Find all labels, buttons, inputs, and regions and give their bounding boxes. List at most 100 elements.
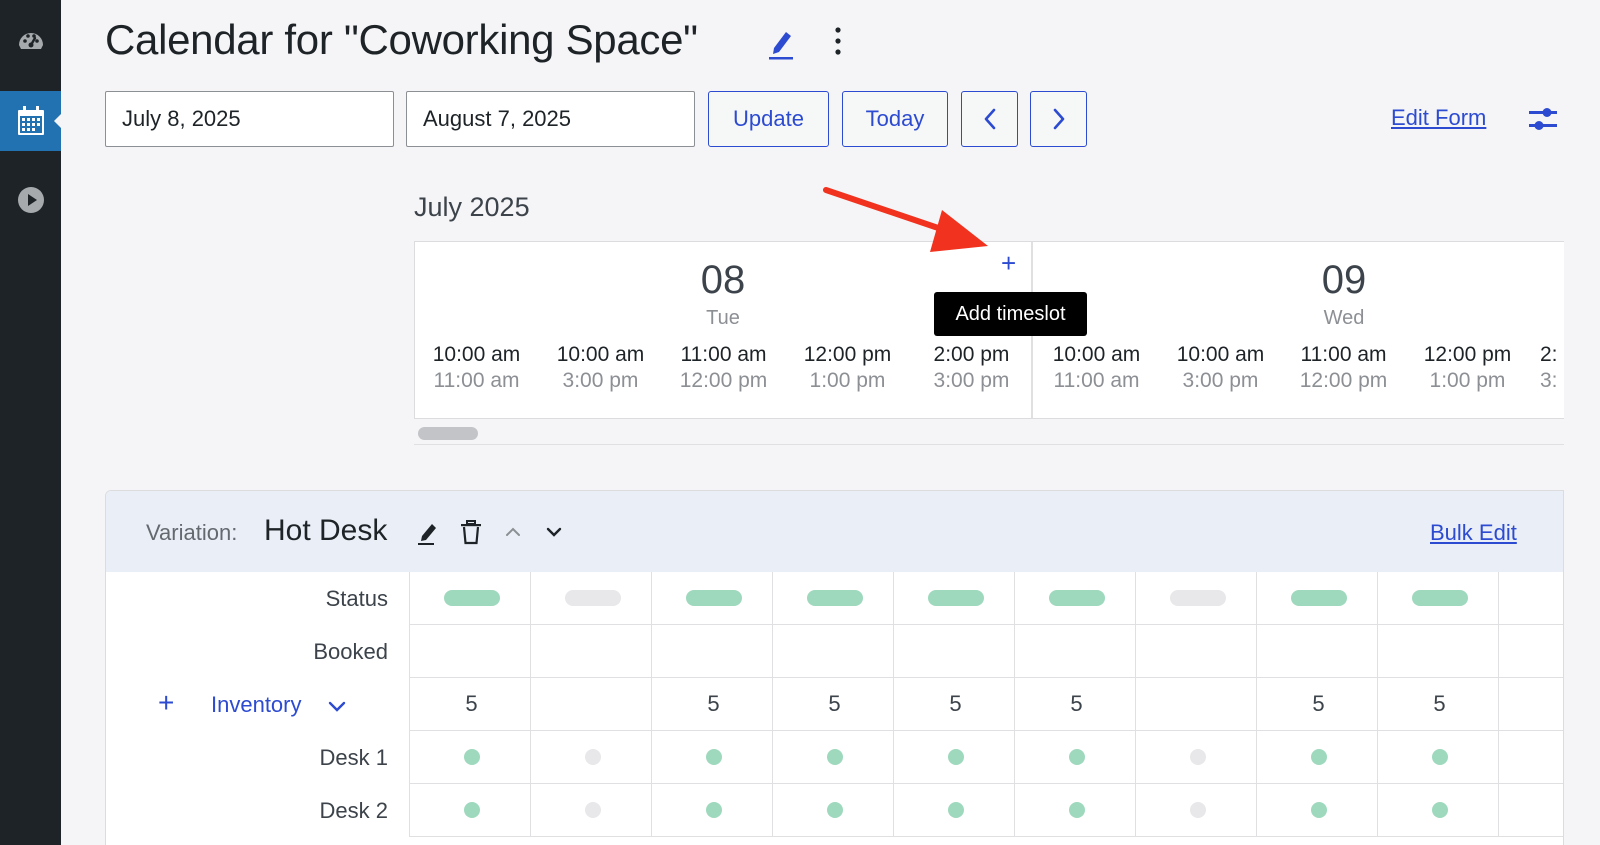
available-dot[interactable] <box>705 802 722 818</box>
status-available-pill[interactable] <box>927 590 984 606</box>
timeslot[interactable]: 10:00 am 11:00 am <box>1035 343 1158 393</box>
available-dot[interactable] <box>463 802 480 818</box>
previous-button[interactable] <box>961 91 1018 147</box>
available-dot[interactable] <box>1310 749 1327 765</box>
scrollbar-thumb[interactable] <box>418 427 478 440</box>
grid-cell[interactable] <box>1256 625 1380 678</box>
chevron-up-icon[interactable] <box>500 519 526 545</box>
grid-cell[interactable] <box>772 625 896 678</box>
inventory-toggle[interactable]: Inventory <box>211 692 302 718</box>
grid-cell[interactable] <box>893 784 1017 837</box>
grid-cell[interactable] <box>1014 731 1138 784</box>
grid-cell[interactable] <box>1498 731 1563 784</box>
grid-cell[interactable]: 5 <box>409 678 533 731</box>
chevron-down-icon[interactable] <box>326 695 348 717</box>
grid-cell[interactable] <box>772 784 896 837</box>
grid-cell[interactable] <box>651 572 775 625</box>
grid-cell[interactable]: 5 <box>772 678 896 731</box>
pencil-icon[interactable] <box>766 26 796 60</box>
bulk-edit-link[interactable]: Bulk Edit <box>1430 520 1517 546</box>
today-button[interactable]: Today <box>842 91 948 147</box>
grid-cell[interactable] <box>530 625 654 678</box>
more-options-icon[interactable] <box>830 24 846 60</box>
timeslot[interactable]: 10:00 am 3:00 pm <box>1159 343 1282 393</box>
status-available-pill[interactable] <box>1048 590 1105 606</box>
timeslot[interactable]: 12:00 pm 1:00 pm <box>786 343 909 393</box>
grid-cell[interactable] <box>893 625 1017 678</box>
available-dot[interactable] <box>1431 802 1448 818</box>
available-dot[interactable] <box>1068 802 1085 818</box>
grid-cell[interactable] <box>651 731 775 784</box>
timeslot[interactable]: 11:00 am 12:00 pm <box>1282 343 1405 393</box>
grid-cell[interactable] <box>893 572 1017 625</box>
status-available-pill[interactable] <box>1411 590 1468 606</box>
available-dot[interactable] <box>947 802 964 818</box>
chevron-down-icon[interactable] <box>541 519 567 545</box>
available-dot[interactable] <box>1068 749 1085 765</box>
sidebar-item-calendar[interactable] <box>0 91 62 151</box>
available-dot[interactable] <box>1431 749 1448 765</box>
trash-icon[interactable] <box>458 519 484 545</box>
grid-cell[interactable] <box>1135 572 1259 625</box>
end-date-input[interactable] <box>406 91 695 147</box>
unavailable-dot[interactable] <box>584 749 601 765</box>
timeslot[interactable]: 11:00 am 12:00 pm <box>662 343 785 393</box>
status-available-pill[interactable] <box>685 590 742 606</box>
timeslot[interactable]: 2: 3: <box>1540 343 1560 393</box>
grid-cell[interactable] <box>651 784 775 837</box>
start-date-input[interactable] <box>105 91 394 147</box>
sliders-icon[interactable] <box>1528 105 1558 133</box>
grid-cell[interactable] <box>409 784 533 837</box>
available-dot[interactable] <box>947 749 964 765</box>
status-available-pill[interactable] <box>1290 590 1347 606</box>
available-dot[interactable] <box>1310 802 1327 818</box>
grid-cell[interactable] <box>1377 784 1501 837</box>
edit-form-link[interactable]: Edit Form <box>1391 105 1486 131</box>
unavailable-dot[interactable] <box>1189 802 1206 818</box>
grid-cell[interactable] <box>1377 572 1501 625</box>
unavailable-dot[interactable] <box>1189 749 1206 765</box>
update-button[interactable]: Update <box>708 91 829 147</box>
status-unavailable-pill[interactable] <box>564 590 621 606</box>
status-available-pill[interactable] <box>806 590 863 606</box>
grid-cell[interactable] <box>1498 625 1563 678</box>
grid-cell[interactable] <box>530 678 654 731</box>
unavailable-dot[interactable] <box>584 802 601 818</box>
add-inventory-button[interactable]: + <box>158 687 174 719</box>
timeslot[interactable]: 12:00 pm 1:00 pm <box>1406 343 1529 393</box>
add-timeslot-button[interactable]: + <box>1001 250 1016 276</box>
grid-cell[interactable] <box>772 572 896 625</box>
grid-cell[interactable] <box>1014 625 1138 678</box>
grid-cell[interactable] <box>409 572 533 625</box>
grid-cell[interactable] <box>1135 625 1259 678</box>
sidebar-item-media[interactable] <box>0 170 61 230</box>
available-dot[interactable] <box>705 749 722 765</box>
grid-cell[interactable] <box>1256 731 1380 784</box>
available-dot[interactable] <box>826 749 843 765</box>
horizontal-scrollbar[interactable] <box>414 419 1564 445</box>
grid-cell[interactable] <box>1256 784 1380 837</box>
grid-cell[interactable] <box>651 625 775 678</box>
available-dot[interactable] <box>463 749 480 765</box>
grid-cell[interactable] <box>409 625 533 678</box>
grid-cell[interactable] <box>1498 678 1563 731</box>
grid-cell[interactable] <box>409 731 533 784</box>
grid-cell[interactable] <box>1498 572 1563 625</box>
grid-cell[interactable] <box>1377 625 1501 678</box>
grid-cell[interactable] <box>1256 572 1380 625</box>
grid-cell[interactable] <box>1014 784 1138 837</box>
available-dot[interactable] <box>826 802 843 818</box>
grid-cell[interactable]: 5 <box>651 678 775 731</box>
grid-cell[interactable] <box>1377 731 1501 784</box>
grid-cell[interactable]: 5 <box>893 678 1017 731</box>
grid-cell[interactable] <box>530 784 654 837</box>
status-unavailable-pill[interactable] <box>1169 590 1226 606</box>
timeslot[interactable]: 10:00 am 11:00 am <box>415 343 538 393</box>
grid-cell[interactable] <box>530 572 654 625</box>
grid-cell[interactable] <box>1135 678 1259 731</box>
grid-cell[interactable] <box>893 731 1017 784</box>
grid-cell[interactable] <box>1135 784 1259 837</box>
sidebar-item-dashboard[interactable] <box>0 10 61 70</box>
timeslot[interactable]: 2:00 pm 3:00 pm <box>910 343 1033 393</box>
grid-cell[interactable] <box>1135 731 1259 784</box>
